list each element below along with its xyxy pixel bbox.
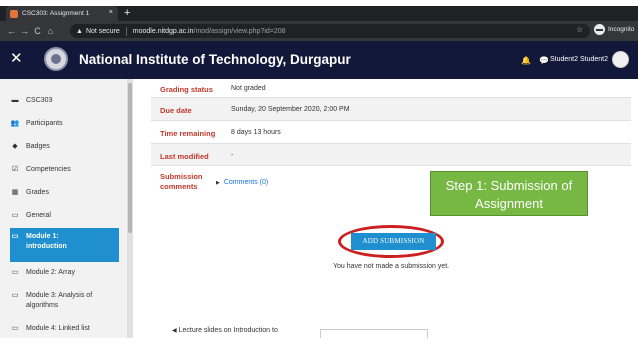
home-icon[interactable]: ⌂ — [44, 26, 57, 36]
comments-link-text[interactable]: Comments (0) — [224, 179, 268, 186]
sidebar-item-competencies[interactable]: ☑ Competencies — [10, 165, 119, 175]
site-title[interactable]: National Institute of Technology, Durgap… — [79, 52, 351, 67]
incognito-label: Incognito — [608, 26, 635, 33]
new-tab-button[interactable]: + — [124, 7, 130, 19]
sidebar-item-label: General — [26, 212, 51, 219]
close-drawer-icon[interactable]: ✕ — [10, 51, 23, 67]
time-remaining-label: Time remaining — [160, 129, 216, 138]
bookmark-star-icon[interactable]: ☆ — [576, 25, 583, 34]
last-modified-value: - — [231, 152, 234, 159]
table-row: Grading status Not graded — [151, 79, 631, 98]
folder-icon: ▭ — [11, 269, 19, 276]
sidebar-item-module-4[interactable]: ▭ Module 4: Linked list — [10, 324, 119, 334]
reload-icon[interactable]: C — [31, 26, 44, 36]
notification-bell-icon[interactable]: 🔔 — [521, 56, 531, 65]
bottom-margin — [0, 338, 638, 359]
grading-status-value: Not graded — [231, 85, 266, 92]
last-modified-label: Last modified — [160, 152, 209, 161]
table-row: Last modified - — [151, 144, 631, 166]
submission-comments-label: Submission comments — [160, 172, 203, 191]
add-submission-button[interactable]: ADD SUBMISSION — [351, 233, 436, 250]
site-navbar: ✕ National Institute of Technology, Durg… — [0, 41, 638, 79]
sidebar-item-label: Module 3: Analysis of algorithms — [26, 292, 93, 309]
close-tab-icon[interactable]: × — [109, 9, 113, 16]
browser-tab[interactable]: CSC303: Assignment 1 × — [6, 6, 118, 21]
browser-toolbar: ← → C ⌂ ▲ Not secure moodle.nitdgp.ac.in… — [0, 21, 638, 41]
folder-icon: ▭ — [11, 325, 19, 332]
user-menu-name[interactable]: Student2 Student2 — [550, 56, 608, 63]
address-bar[interactable]: ▲ Not secure moodle.nitdgp.ac.in /mod/as… — [70, 24, 590, 38]
sidebar-item-badges[interactable]: ◆ Badges — [10, 142, 119, 152]
url-path[interactable]: /mod/assign/view.php?id=208 — [194, 28, 286, 35]
messages-icon[interactable]: 💬 — [539, 56, 549, 65]
sidebar-scrollbar-thumb[interactable] — [128, 83, 132, 233]
sidebar-item-label: CSC303 — [26, 97, 53, 104]
sidebar-item-general[interactable]: ▭ General — [10, 211, 119, 221]
table-row: Due date Sunday, 20 September 2020, 2:00… — [151, 98, 631, 121]
sidebar-item-label: Competencies — [26, 166, 71, 173]
sidebar-item-module-2[interactable]: ▭ Module 2: Array — [10, 268, 119, 278]
avatar[interactable] — [612, 51, 629, 68]
sidebar-item-label: Participants — [26, 120, 63, 127]
warning-icon[interactable]: ▲ — [76, 28, 83, 35]
comments-toggle[interactable]: ▶ Comments (0) — [216, 179, 268, 186]
incognito-indicator[interactable]: Incognito — [594, 24, 634, 35]
url-host[interactable]: moodle.nitdgp.ac.in — [133, 28, 194, 35]
expand-triangle-icon: ▶ — [216, 180, 220, 186]
sidebar-item-module-3[interactable]: ▭ Module 3: Analysis of algorithms — [10, 291, 119, 311]
users-icon: 👥 — [10, 120, 20, 127]
sidebar-item-module-1[interactable]: ▭ Module 1: introduction — [10, 228, 119, 262]
shield-icon: ◆ — [12, 143, 18, 150]
institute-logo[interactable] — [44, 47, 68, 71]
grading-status-label: Grading status — [160, 85, 213, 94]
previous-activity-label[interactable]: Lecture slides on Introduction to — [179, 327, 278, 334]
due-date-label: Due date — [160, 106, 192, 115]
address-divider — [125, 26, 127, 36]
sidebar-item-label: Module 1: introduction — [26, 233, 67, 250]
folder-icon: ▭ — [11, 233, 19, 240]
no-submission-message: You have not made a submission yet. — [333, 263, 450, 270]
tab-title: CSC303: Assignment 1 — [22, 10, 90, 17]
page: CSC303: Assignment 1 × + ← → C ⌂ ▲ Not s… — [0, 0, 638, 359]
time-remaining-value: 8 days 13 hours — [231, 129, 281, 136]
folder-icon: ▭ — [11, 212, 19, 219]
back-icon[interactable]: ← — [5, 26, 18, 36]
sidebar-item-participants[interactable]: 👥 Participants — [10, 119, 119, 129]
sidebar-item-grades[interactable]: ▦ Grades — [10, 188, 119, 198]
sidebar-item-course[interactable]: ▬ CSC303 — [10, 96, 119, 106]
sidebar-item-label: Module 2: Array — [26, 269, 76, 276]
step-callout: Step 1: Submission of Assignment — [430, 171, 588, 216]
table-row: Time remaining 8 days 13 hours — [151, 121, 631, 144]
sidebar-item-label: Grades — [26, 189, 49, 196]
forward-icon[interactable]: → — [18, 26, 31, 36]
checkbox-icon: ☑ — [11, 166, 19, 173]
sidebar-item-label: Badges — [26, 143, 50, 150]
moodle-favicon-icon — [10, 9, 18, 18]
folder-icon: ▭ — [11, 292, 19, 299]
course-icon: ▬ — [11, 97, 19, 104]
sidebar-item-label: Module 4: Linked list — [26, 325, 90, 332]
previous-arrow-icon: ◀ — [172, 328, 177, 334]
incognito-icon — [594, 24, 605, 35]
table-icon: ▦ — [11, 189, 19, 196]
course-sidebar: ▬ CSC303 👥 Participants ◆ Badges ☑ Compe… — [0, 79, 133, 338]
previous-activity-link[interactable]: ◀ Lecture slides on Introduction to — [172, 327, 278, 334]
security-label[interactable]: Not secure — [86, 28, 120, 35]
due-date-value: Sunday, 20 September 2020, 2:00 PM — [231, 106, 350, 113]
browser-tab-strip: CSC303: Assignment 1 × + — [0, 6, 638, 21]
